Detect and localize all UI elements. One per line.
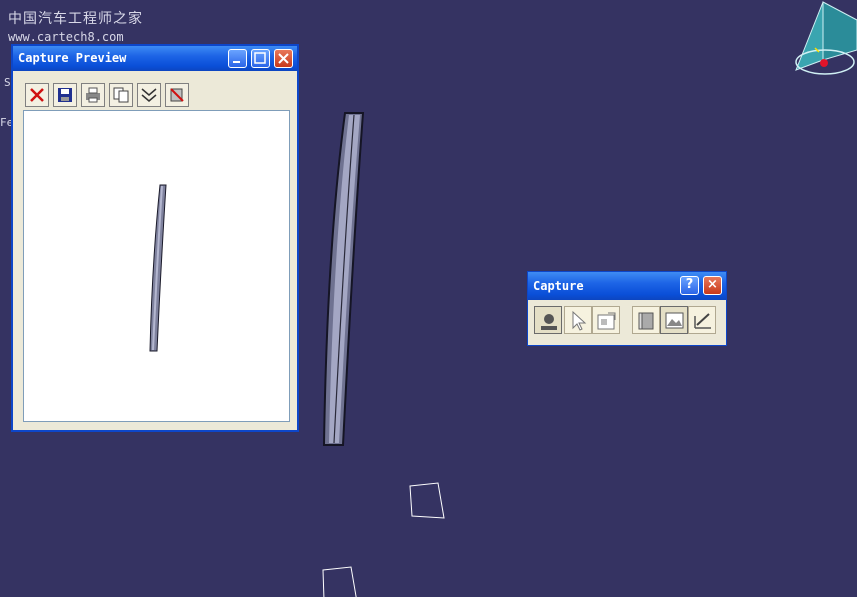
close-icon xyxy=(30,88,44,102)
plane-icon[interactable] xyxy=(318,562,363,597)
maximize-button[interactable] xyxy=(251,49,270,68)
preview-canvas xyxy=(23,110,290,422)
album-button[interactable] xyxy=(632,306,660,334)
album-icon xyxy=(638,312,654,330)
save-icon xyxy=(58,88,72,102)
copy-button[interactable] xyxy=(109,83,133,107)
capture-options-button[interactable] xyxy=(592,306,620,334)
preview-close-tool[interactable] xyxy=(25,83,49,107)
select-mode-button[interactable] xyxy=(564,306,592,334)
delete-button[interactable] xyxy=(165,83,189,107)
delete-icon xyxy=(170,88,184,102)
partial-label-1: S xyxy=(4,76,11,89)
watermark-chinese: 中国汽车工程师之家 xyxy=(8,11,143,27)
watermark-url: www.cartech8.com xyxy=(8,30,124,44)
record-icon xyxy=(694,313,711,329)
capture-toolbar-window[interactable]: Capture ? × xyxy=(527,271,727,346)
copy-icon xyxy=(113,87,129,103)
plane-icon[interactable] xyxy=(405,478,450,526)
print-icon xyxy=(86,87,100,103)
capture-close-button[interactable]: × xyxy=(703,276,722,295)
catia-workspace: { "watermark": { "chinese": "中国汽车工程师之家",… xyxy=(0,0,857,597)
minimize-button[interactable] xyxy=(228,49,247,68)
minimize-icon xyxy=(233,61,240,63)
save-button[interactable] xyxy=(53,83,77,107)
options-button[interactable] xyxy=(137,83,161,107)
capture-icon xyxy=(541,314,557,330)
select-icon xyxy=(572,310,587,331)
part-3d-bar[interactable] xyxy=(315,108,375,453)
maximize-icon xyxy=(254,52,266,64)
image-capture-button[interactable] xyxy=(660,306,688,334)
close-button[interactable] xyxy=(274,49,293,68)
help-button[interactable]: ? xyxy=(680,276,699,295)
record-button[interactable] xyxy=(688,306,716,334)
print-button[interactable] xyxy=(81,83,105,107)
options-icon xyxy=(141,88,157,102)
compass-icon[interactable] xyxy=(793,0,857,80)
preview-title: Capture Preview xyxy=(18,51,127,65)
capture-title: Capture xyxy=(533,279,584,293)
close-icon xyxy=(278,53,289,64)
preview-part-image xyxy=(149,184,167,352)
options-icon xyxy=(597,312,616,330)
capture-preview-window[interactable]: Capture Preview xyxy=(11,44,299,432)
image-icon xyxy=(665,312,684,329)
capture-button[interactable] xyxy=(534,306,562,334)
